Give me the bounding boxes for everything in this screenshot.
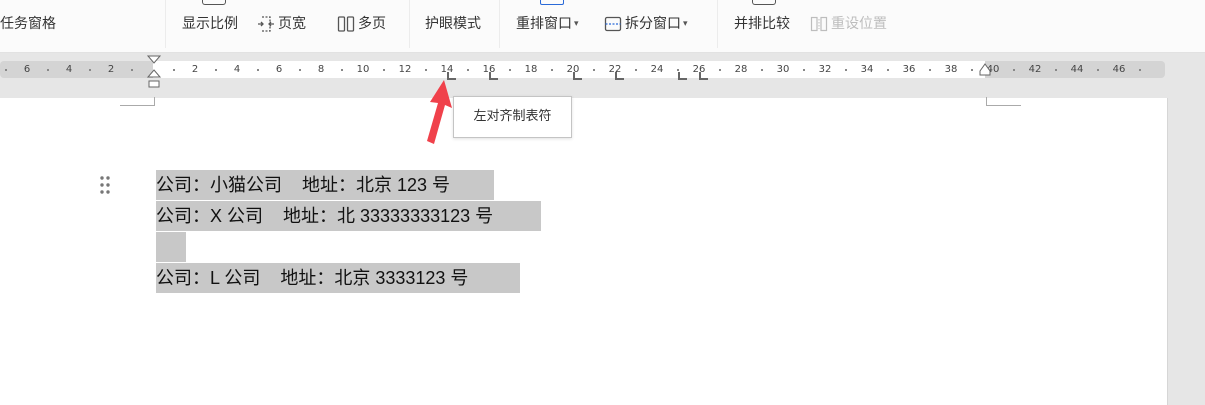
ruler-label: 44 <box>1070 64 1084 75</box>
side-by-side-button[interactable]: 并排比较 <box>734 14 790 34</box>
chevron-down-icon: ▾ <box>683 19 688 29</box>
right-indent-marker[interactable] <box>978 62 992 76</box>
ruler-label: 38 <box>944 64 958 75</box>
toolbar-divider <box>165 0 166 48</box>
ruler-tick <box>47 69 49 71</box>
multi-page-icon <box>337 16 355 32</box>
reset-position-label: 重设位置 <box>831 16 887 32</box>
toolbar-divider <box>499 0 500 48</box>
ruler-label: 6 <box>23 64 31 75</box>
multi-page-label: 多页 <box>358 16 386 32</box>
left-tab-stop[interactable] <box>615 72 624 80</box>
ruler-tick <box>971 69 973 71</box>
split-window-button[interactable]: 拆分窗口 ▾ <box>604 14 688 34</box>
ruler-tick <box>509 69 511 71</box>
document-line[interactable]: 公司：L 公司 地址：北京 3333123 号 <box>156 263 520 293</box>
ruler-tick <box>341 69 343 71</box>
left-tab-stop[interactable] <box>699 72 708 80</box>
ruler-tick <box>551 69 553 71</box>
ruler-tick <box>803 69 805 71</box>
ruler-label: 4 <box>233 64 241 75</box>
ruler-tick <box>1139 69 1141 71</box>
ruler-label: 30 <box>776 64 790 75</box>
ruler-label: 2 <box>191 64 199 75</box>
ruler-tick <box>1055 69 1057 71</box>
ruler-tick <box>1097 69 1099 71</box>
task-pane-button[interactable]: 任务窗格 <box>0 14 56 34</box>
rearrange-window-icon <box>540 0 564 5</box>
ruler-tick <box>299 69 301 71</box>
ruler-tick <box>215 69 217 71</box>
left-tab-stop[interactable] <box>573 72 582 80</box>
ruler-label: 4 <box>65 64 73 75</box>
ruler-tick <box>173 69 175 71</box>
ruler-tick <box>89 69 91 71</box>
split-window-label: 拆分窗口 <box>625 16 681 32</box>
zoom-ratio-icon <box>202 0 226 5</box>
toolbar-divider <box>409 0 410 48</box>
ruler-label: 12 <box>398 64 412 75</box>
ruler-label: 10 <box>356 64 370 75</box>
tooltip: 左对齐制表符 <box>453 96 572 138</box>
ruler-label: 2 <box>107 64 115 75</box>
ruler-tick <box>929 69 931 71</box>
split-window-icon <box>604 16 622 32</box>
rearrange-window-button[interactable]: 重排窗口 ▾ <box>516 14 579 34</box>
red-arrow-icon <box>427 80 452 144</box>
ruler-tick <box>845 69 847 71</box>
ruler-tick <box>677 69 679 71</box>
toolbar-divider <box>717 0 718 48</box>
eye-mode-button[interactable]: 护眼模式 <box>425 14 481 34</box>
ruler-tick <box>467 69 469 71</box>
side-by-side-icon <box>752 0 776 5</box>
chevron-down-icon: ▾ <box>574 19 579 29</box>
left-tab-stop[interactable] <box>489 72 498 80</box>
ruler-label: 46 <box>1112 64 1126 75</box>
ruler-tick <box>1013 69 1015 71</box>
document-line[interactable]: 公司：X 公司 地址：北 33333333123 号 <box>156 201 541 231</box>
ruler-label: 34 <box>860 64 874 75</box>
drag-handle-icon[interactable] <box>99 175 111 195</box>
ruler-tick <box>719 69 721 71</box>
page-margin-corner <box>120 97 155 106</box>
ruler-label: 8 <box>317 64 325 75</box>
ruler-tick <box>383 69 385 71</box>
ruler-label: 36 <box>902 64 916 75</box>
reset-position-button[interactable]: 重设位置 <box>810 14 887 34</box>
multi-page-button[interactable]: 多页 <box>337 14 386 34</box>
ruler-tick <box>593 69 595 71</box>
empty-line[interactable] <box>156 232 186 262</box>
rearrange-window-label: 重排窗口 <box>516 16 572 32</box>
ruler-tick <box>131 69 133 71</box>
page-width-label: 页宽 <box>278 16 306 32</box>
ruler-label: 18 <box>524 64 538 75</box>
indent-marker[interactable] <box>146 54 162 90</box>
ruler-tick <box>425 69 427 71</box>
ruler-tick <box>761 69 763 71</box>
ruler-label: 28 <box>734 64 748 75</box>
ruler-tick <box>887 69 889 71</box>
left-tab-stop[interactable] <box>678 72 687 80</box>
side-by-side-label: 并排比较 <box>734 16 790 32</box>
ruler-tick <box>635 69 637 71</box>
ruler-label: 42 <box>1028 64 1042 75</box>
page-margin-corner <box>986 97 1021 106</box>
zoom-ratio-label: 显示比例 <box>182 16 238 32</box>
task-pane-label: 任务窗格 <box>0 16 56 32</box>
ruler-label: 6 <box>275 64 283 75</box>
reset-position-icon <box>810 16 828 32</box>
zoom-ratio-button[interactable]: 显示比例 <box>182 14 238 34</box>
ruler-label: 32 <box>818 64 832 75</box>
page-width-icon <box>258 16 274 32</box>
eye-mode-label: 护眼模式 <box>425 16 481 32</box>
ruler-tick <box>257 69 259 71</box>
view-toolbar: 任务窗格 显示比例 页宽 多页 护眼模式 重排窗口 ▾ 拆分窗口 ▾ 并排比较 … <box>0 0 1205 53</box>
ruler-label: 24 <box>650 64 664 75</box>
page-width-button[interactable]: 页宽 <box>257 14 306 34</box>
ruler-tick <box>5 69 7 71</box>
document-line[interactable]: 公司：小猫公司 地址：北京 123 号 <box>156 170 494 200</box>
